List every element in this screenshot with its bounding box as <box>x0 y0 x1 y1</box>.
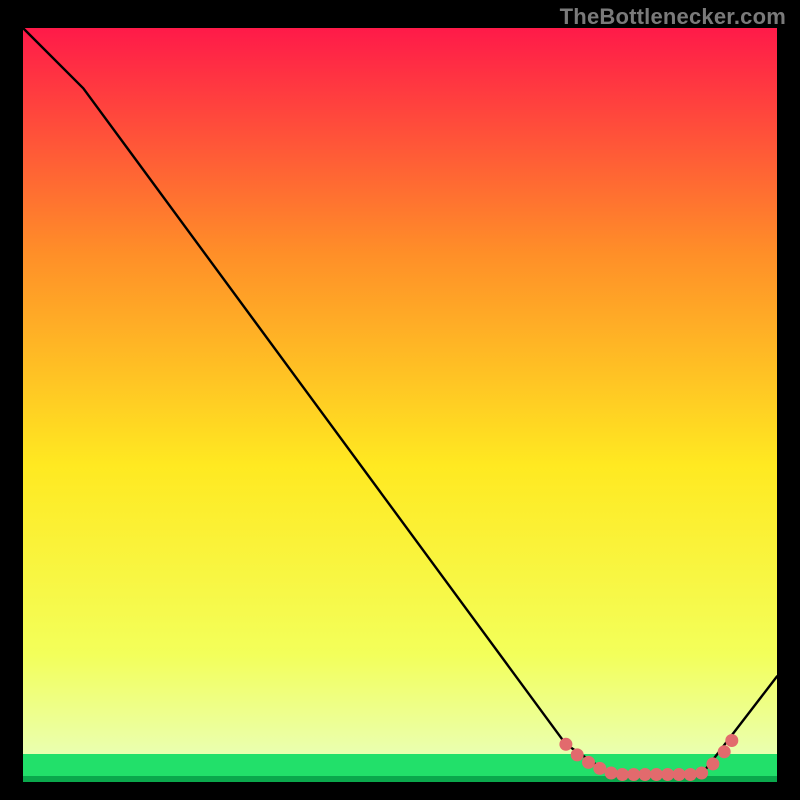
watermark-text: TheBottlenecker.com <box>560 4 786 30</box>
marker-dot <box>684 768 697 781</box>
marker-dot <box>605 767 618 780</box>
marker-dot <box>616 768 629 781</box>
marker-dot <box>582 756 595 769</box>
marker-dot <box>639 768 652 781</box>
marker-dot <box>559 738 572 751</box>
marker-dot <box>650 768 663 781</box>
marker-dot <box>661 768 674 781</box>
marker-dot <box>695 767 708 780</box>
marker-dot <box>706 757 719 770</box>
marker-dot <box>718 745 731 758</box>
chart-container <box>23 28 777 782</box>
bottleneck-chart <box>23 28 777 782</box>
marker-dot <box>593 762 606 775</box>
marker-dot <box>571 748 584 761</box>
marker-dot <box>673 768 686 781</box>
marker-dot <box>725 734 738 747</box>
marker-dot <box>627 768 640 781</box>
gradient-background <box>23 28 777 782</box>
